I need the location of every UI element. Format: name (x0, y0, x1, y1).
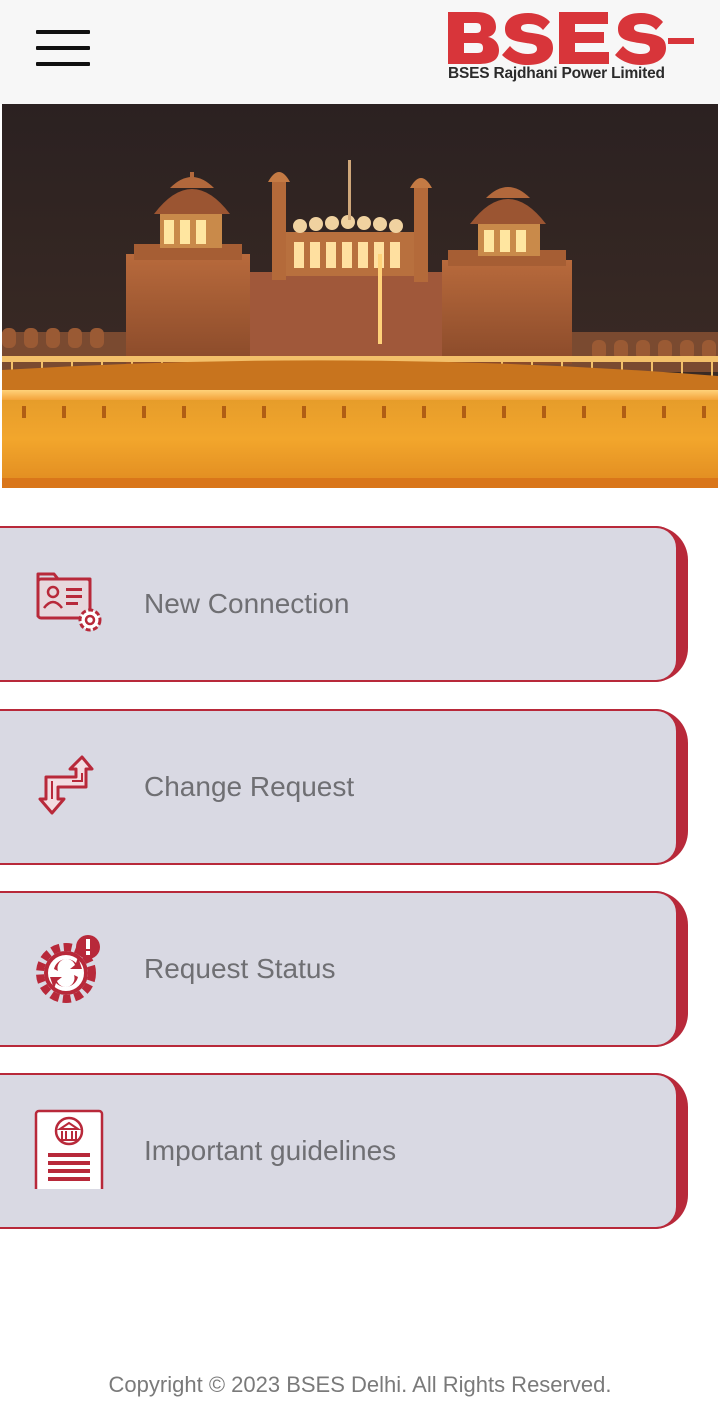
request-status-button[interactable]: Request Status (0, 891, 688, 1047)
app-screen: BSES Rajdhani Power Limited New Connecti… (0, 0, 720, 1418)
copyright-footer: Copyright © 2023 BSES Delhi. All Rights … (108, 1372, 612, 1397)
change-request-icon (32, 751, 108, 823)
red-fort-illustration (2, 104, 718, 488)
hamburger-menu-icon[interactable] (34, 28, 92, 68)
logo-subtitle: BSES Rajdhani Power Limited (448, 65, 665, 82)
important-guidelines-button[interactable]: Important guidelines (0, 1073, 688, 1229)
new-connection-icon (32, 568, 108, 640)
bses-logo: BSES Rajdhani Power Limited (446, 8, 698, 88)
app-header: BSES Rajdhani Power Limited (0, 0, 720, 104)
new-connection-label: New Connection (144, 588, 350, 619)
request-status-icon (32, 933, 108, 1005)
change-request-label: Change Request (144, 771, 355, 802)
guidelines-icon (32, 1109, 108, 1195)
bses-logo-mark (448, 12, 694, 65)
hero-image (2, 104, 718, 488)
new-connection-button[interactable]: New Connection (0, 526, 688, 682)
request-status-label: Request Status (144, 953, 336, 984)
important-guidelines-label: Important guidelines (144, 1135, 397, 1166)
change-request-button[interactable]: Change Request (0, 709, 688, 865)
